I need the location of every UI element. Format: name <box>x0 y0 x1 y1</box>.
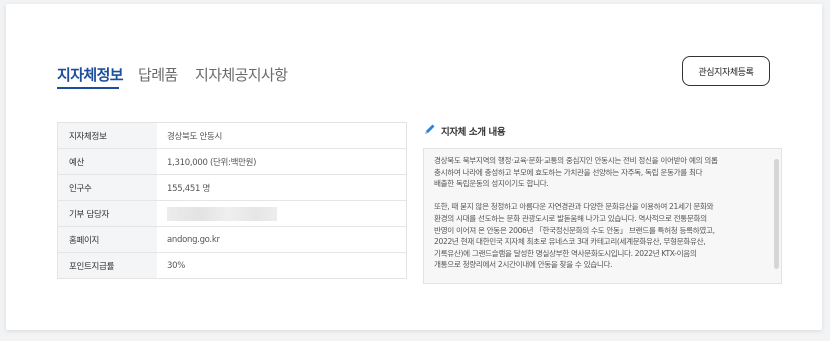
table-row: 포인트지급률 30% <box>57 252 407 279</box>
info-table: 지자체정보 경상북도 안동시 예산 1,310,000 (단위:백만원) 인구수… <box>57 122 407 279</box>
scrollbar[interactable] <box>774 159 779 269</box>
pencil-icon <box>423 123 436 139</box>
intro-line: 환경의 시대를 선도하는 문화 관광도시로 발돋움해 나가고 있습니다. 역사적… <box>434 213 707 223</box>
tab-notices[interactable]: 지자체공지사항 <box>195 65 288 85</box>
intro-title: 지자체 소개 내용 <box>441 127 506 138</box>
intro-line <box>434 190 764 202</box>
tab-gifts[interactable]: 답례품 <box>138 65 178 85</box>
intro-line: 반영이 이어져 온 안동은 2006년 「한국정신문화의 수도 안동」 브랜드를… <box>434 225 715 235</box>
intro-text: 경상북도 북부지역의 행정·교육·문화·교통의 중심지인 안동시는 전비 정신을… <box>434 155 764 271</box>
municipality-card: 지자체정보 답례품 지자체공지사항 관심지자체등록 지자체정보 경상북도 안동시… <box>6 4 822 330</box>
intro-line: 배출한 독립운동의 성지이기도 합니다. <box>434 179 549 189</box>
intro-line: 개통으로 청량리에서 2시간이내에 안동을 찾을 수 있습니다. <box>434 260 613 270</box>
table-row: 인구수 155,451 명 <box>57 174 407 201</box>
row-label-name: 지자체정보 <box>57 122 157 149</box>
row-label-homepage: 홈페이지 <box>57 226 157 253</box>
row-value-budget: 1,310,000 (단위:백만원) <box>157 148 407 175</box>
row-label-point-rate: 포인트지급률 <box>57 252 157 279</box>
table-row: 기부 담당자 <box>57 200 407 227</box>
row-value-homepage: andong.go.kr <box>157 226 407 253</box>
intro-line: 2022년 현재 대한민국 지자체 최초로 유네스코 3대 카테고리(세계문화유… <box>434 237 706 247</box>
intro-line: 충시하여 나라에 충성하고 부모에 효도하는 가치관을 선양하는 자주독, 독립… <box>434 167 703 177</box>
row-value-name: 경상북도 안동시 <box>157 122 407 149</box>
row-label-contact: 기부 담당자 <box>57 200 157 227</box>
table-row: 예산 1,310,000 (단위:백만원) <box>57 148 407 175</box>
intro-heading: 지자체 소개 내용 <box>423 123 506 139</box>
row-value-contact <box>157 200 407 227</box>
row-value-population: 155,451 명 <box>157 174 407 201</box>
row-label-budget: 예산 <box>57 148 157 175</box>
row-label-population: 인구수 <box>57 174 157 201</box>
table-row: 지자체정보 경상북도 안동시 <box>57 122 407 149</box>
intro-line: 기록유산)에 그랜드슬램을 달성한 명실상부한 역사문화도시입니다. 2022년… <box>434 248 697 258</box>
table-row: 홈페이지 andong.go.kr <box>57 226 407 253</box>
intro-line: 경상북도 북부지역의 행정·교육·문화·교통의 중심지인 안동시는 전비 정신을… <box>434 156 718 165</box>
tab-municipality-info[interactable]: 지자체정보 <box>57 65 124 85</box>
active-tab-underline <box>57 87 119 89</box>
blurred-contact <box>167 206 277 221</box>
row-value-point-rate: 30% <box>157 252 407 279</box>
intro-text-box[interactable]: 경상북도 북부지역의 행정·교육·문화·교통의 중심지인 안동시는 전비 정신을… <box>423 148 782 284</box>
intro-line: 또한, 때 묻지 않은 청정하고 아름다운 자연경관과 다양한 문화유산을 이용… <box>434 202 714 212</box>
add-favorite-button[interactable]: 관심지자체등록 <box>682 56 770 86</box>
